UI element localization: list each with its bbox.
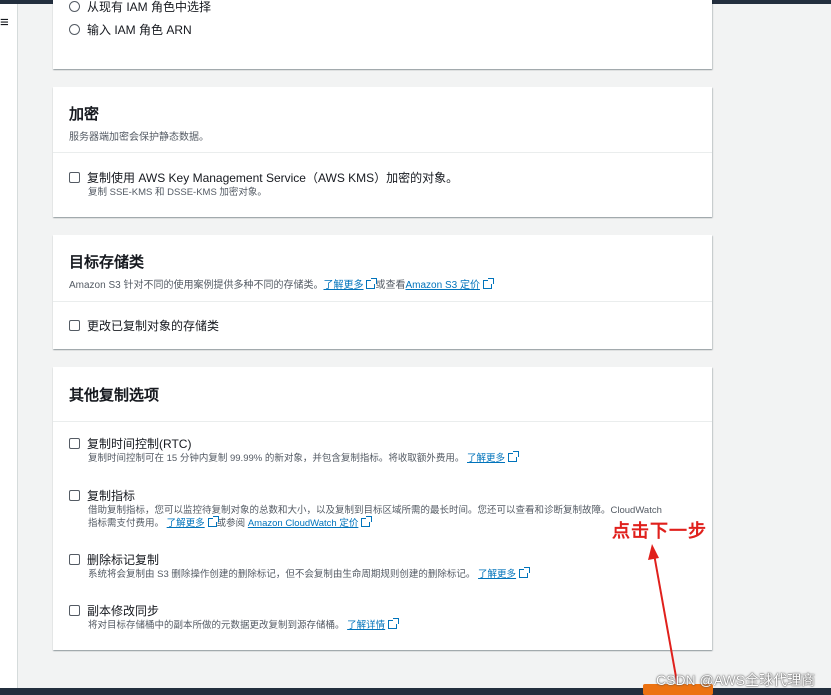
replica-sync-description: 将对目标存储桶中的副本所做的元数据更改复制到源存储桶。 了解详情 — [88, 618, 400, 632]
arrow-shaft — [653, 553, 679, 689]
metrics-description-line2: 指标需支付费用。 了解更多 或参阅 Amazon CloudWatch 定价 — [88, 516, 699, 530]
card-header: 加密 服务器端加密会保护静态数据。 — [53, 87, 712, 153]
encryption-card: 加密 服务器端加密会保护静态数据。 复制使用 AWS Key Managemen… — [53, 87, 712, 217]
storage-class-checkbox[interactable] — [69, 320, 80, 331]
metrics-checkbox[interactable] — [69, 490, 80, 501]
section-title: 加密 — [69, 106, 100, 123]
radio-button[interactable] — [69, 24, 80, 35]
kms-option[interactable]: 复制使用 AWS Key Management Service（AWS KMS）… — [69, 169, 458, 199]
s3-pricing-link[interactable]: Amazon S3 定价 — [405, 280, 479, 291]
learn-more-link[interactable]: 了解更多 — [478, 569, 516, 580]
section-description: 服务器端加密会保护静态数据。 — [69, 132, 209, 143]
replica-sync-option[interactable]: 副本修改同步 将对目标存储桶中的副本所做的元数据更改复制到源存储桶。 了解详情 — [69, 602, 400, 632]
rtc-option[interactable]: 复制时间控制(RTC) 复制时间控制可在 15 分钟内复制 99.99% 的新对… — [69, 435, 520, 465]
watermark: CSDN @AWS全球代理商 — [656, 672, 816, 688]
external-link-icon[interactable] — [388, 618, 400, 629]
metrics-option[interactable]: 复制指标 借助复制指标，您可以监控待复制对象的总数和大小，以及复制到目标区域所需… — [69, 487, 699, 530]
external-link-icon[interactable] — [207, 516, 219, 527]
other-replication-options-card: 其他复制选项 复制时间控制(RTC) 复制时间控制可在 15 分钟内复制 99.… — [53, 367, 712, 650]
kms-description: 复制 SSE-KMS 和 DSSE-KMS 加密对象。 — [88, 187, 267, 198]
cloudwatch-pricing-link[interactable]: Amazon CloudWatch 定价 — [248, 518, 359, 529]
external-link-icon[interactable] — [508, 451, 520, 462]
card-header: 其他复制选项 — [53, 367, 712, 422]
storage-class-card: 目标存储类 Amazon S3 针对不同的使用案例提供多种不同的存储类。了解更多… — [53, 235, 712, 349]
rtc-description: 复制时间控制可在 15 分钟内复制 99.99% 的新对象，并包含复制指标。将收… — [88, 451, 520, 465]
change-storage-class-option[interactable]: 更改已复制对象的存储类 — [69, 317, 219, 334]
external-link-icon[interactable] — [361, 516, 373, 527]
external-link-icon[interactable] — [519, 567, 531, 578]
radio-existing-role[interactable]: 从现有 IAM 角色中选择 — [69, 0, 211, 15]
menu-icon[interactable]: ≡ — [0, 15, 12, 30]
section-title: 目标存储类 — [69, 254, 145, 271]
learn-more-link[interactable]: 了解更多 — [323, 280, 363, 291]
radio-button[interactable] — [69, 1, 80, 12]
learn-more-link[interactable]: 了解更多 — [467, 453, 505, 464]
external-link-icon[interactable] — [482, 278, 494, 289]
rtc-checkbox[interactable] — [69, 438, 80, 449]
radio-enter-arn[interactable]: 输入 IAM 角色 ARN — [69, 21, 192, 38]
delete-marker-description: 系统将会复制由 S3 删除操作创建的删除标记，但不会复制由生命周期规则创建的删除… — [88, 567, 531, 581]
arrow-head — [648, 544, 659, 560]
delete-marker-checkbox[interactable] — [69, 554, 80, 565]
delete-marker-option[interactable]: 删除标记复制 系统将会复制由 S3 删除操作创建的删除标记，但不会复制由生命周期… — [69, 551, 531, 581]
card-header: 目标存储类 Amazon S3 针对不同的使用案例提供多种不同的存储类。了解更多… — [53, 235, 712, 302]
section-title: 其他复制选项 — [69, 387, 160, 404]
iam-role-card: 从现有 IAM 角色中选择 输入 IAM 角色 ARN — [53, 0, 712, 69]
replica-sync-checkbox[interactable] — [69, 605, 80, 616]
annotation-arrow — [648, 544, 679, 689]
learn-more-link[interactable]: 了解详情 — [347, 620, 385, 631]
metrics-description-line1: 借助复制指标，您可以监控待复制对象的总数和大小，以及复制到目标区域所需的最长时间… — [88, 505, 662, 516]
kms-checkbox[interactable] — [69, 172, 80, 183]
section-description: Amazon S3 针对不同的使用案例提供多种不同的存储类。了解更多 或查看Ama… — [69, 276, 696, 291]
learn-more-link[interactable]: 了解更多 — [167, 518, 205, 529]
external-link-icon[interactable] — [366, 278, 378, 289]
side-navigation-collapsed: ≡ — [0, 4, 18, 695]
